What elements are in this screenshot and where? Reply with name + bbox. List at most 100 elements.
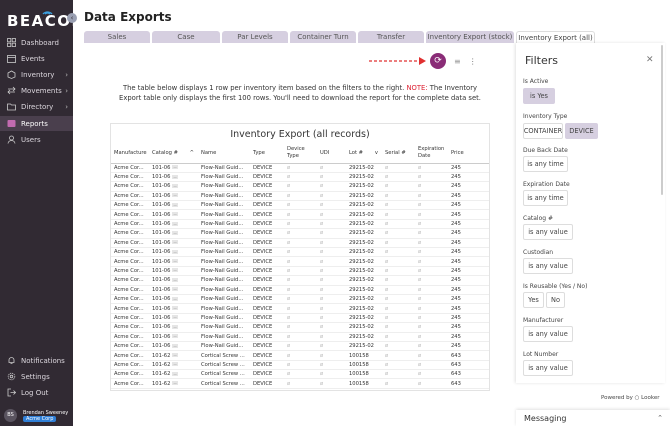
table-row[interactable]: Acme Cor... 101-06— Flow-Nail Guid... DEVIC… (111, 285, 489, 295)
tab-inventory-export-all[interactable]: Inventory Export (all) (516, 31, 595, 43)
reusable-yes-option[interactable]: Yes (523, 292, 544, 308)
messaging-bar[interactable]: Messaging ⌃ (516, 410, 670, 426)
table-row[interactable]: Acme Cor... 101-06— Flow-Nail Guid... DEVIC… (111, 294, 489, 305)
table-cell: Acme Cor... (111, 219, 149, 230)
user-profile[interactable]: BS Brendan Sweeney Acme Corp (0, 405, 73, 426)
sidebar-item-notifications[interactable]: Notifications (0, 353, 73, 368)
table-row[interactable]: Acme Cor... 101-06— Flow-Nail Guid... DEVIC… (111, 341, 489, 352)
table-cell: 245 (448, 181, 489, 192)
column-header[interactable]: Price (448, 144, 489, 164)
table-cell: 29215-02 (346, 219, 382, 230)
table-row[interactable]: Acme Cor... 101-06— Flow-Nail Guid... DEVIC… (111, 209, 489, 220)
table-row[interactable]: Acme Cor...101-62—Cortical Screw ...DEVI… (111, 378, 489, 389)
cell-value: 245 (451, 343, 461, 350)
cell-value: DEVICE (253, 390, 272, 391)
refresh-button[interactable]: ⟳ (430, 53, 446, 69)
table-cell: DEVICE (250, 228, 284, 239)
tab-case[interactable]: Case (152, 31, 220, 43)
table-row[interactable]: Acme Cor... 101-06— Flow-Nail Guid... DEVIC… (111, 200, 489, 211)
table-cell: Acme Cor... (111, 322, 149, 333)
sidebar-item-directory[interactable]: Directory › (0, 99, 73, 114)
table-row[interactable]: Acme Cor...101-62—Cortical Screw ...DEVI… (111, 350, 489, 361)
cell-value: Acme Cor... (114, 230, 144, 237)
sidebar-item-settings[interactable]: Settings (0, 369, 73, 384)
column-header[interactable]: Expiration Date (415, 144, 448, 164)
table-row[interactable]: Acme Cor... 101-06— Flow-Nail Guid... DEVIC… (111, 238, 489, 249)
cell-value: 245 (451, 202, 461, 209)
expiration-date-filter[interactable]: is any time (523, 190, 568, 206)
custodian-filter[interactable]: is any value (523, 258, 573, 274)
close-icon[interactable]: ✕ (646, 55, 654, 65)
table-row[interactable]: Acme Cor...101-62—Cortical Screw ...DEVI… (111, 369, 489, 380)
sidebar-item-events[interactable]: Events (0, 51, 73, 66)
collapse-sidebar-button[interactable]: ‹ (67, 13, 77, 23)
cell-value: 101-06 (152, 211, 171, 218)
tab-sales[interactable]: Sales (84, 31, 150, 43)
sidebar-item-dashboard[interactable]: Dashboard (0, 35, 73, 50)
table-row[interactable]: Acme Cor... 101-06— Flow-Nail Guid... DEVIC… (111, 275, 489, 286)
sidebar-item-reports[interactable]: Reports (0, 116, 73, 131)
tab-container-turn[interactable]: Container Turn (290, 31, 356, 43)
catalog-tag-badge: — (172, 334, 178, 339)
column-header[interactable]: UDI (317, 144, 346, 164)
sort-ascending-icon[interactable]: ^ (190, 150, 194, 157)
scrollbar[interactable] (661, 45, 663, 195)
table-row[interactable]: Acme Cor... 101-06— Flow-Nail Guid... DEVIC… (111, 247, 489, 258)
cell-value: 101-06 (152, 258, 171, 265)
cell-value: Flow-Nail Guid... (201, 343, 244, 350)
catalog-filter[interactable]: is any value (523, 224, 573, 240)
table-cell: 101-06— (149, 163, 198, 173)
table-cell: 29215-02 (346, 303, 382, 314)
table-row[interactable]: Acme Cor...101-62—Cortical Screw ...DEVI… (111, 388, 489, 391)
inventory-type-container-option[interactable]: CONTAINER (523, 123, 563, 139)
table-row[interactable]: Acme Cor... 101-06— Flow-Nail Guid... DEVIC… (111, 322, 489, 333)
sidebar-item-inventory[interactable]: Inventory › (0, 67, 73, 82)
table-cell: 29215-02 (346, 238, 382, 249)
chevron-up-icon[interactable]: ⌃ (657, 414, 663, 422)
due-back-date-filter[interactable]: is any time (523, 156, 568, 172)
table-row[interactable]: Acme Cor... 101-06— Flow-Nail Guid... DEVIC… (111, 219, 489, 230)
tab-transfer[interactable]: Transfer (358, 31, 424, 43)
cell-value: Acme Cor... (114, 221, 144, 228)
column-header[interactable]: Device Type (284, 144, 317, 164)
cell-value: Acme Cor... (114, 174, 144, 181)
tab-inventory-export-stock[interactable]: Inventory Export (stock) (426, 31, 514, 43)
sidebar-item-logout[interactable]: Log Out (0, 385, 73, 400)
column-header[interactable]: Type (250, 144, 284, 164)
column-header[interactable]: Name (198, 144, 250, 164)
column-header[interactable]: Lot # v (346, 144, 382, 164)
table-row[interactable]: Acme Cor... 101-06— Flow-Nail Guid... DEVIC… (111, 313, 489, 324)
table-row[interactable]: Acme Cor... 101-06— Flow-Nail Guid... DEVIC… (111, 191, 489, 202)
cell-value: 101-06 (152, 183, 171, 190)
table-row[interactable]: Acme Cor... 101-06— Flow-Nail Guid... DEVIC… (111, 303, 489, 314)
table-row[interactable]: Acme Cor... 101-06— Flow-Nail Guid... DEVIC… (111, 172, 489, 183)
table-row[interactable]: Acme Cor...101-62—Cortical Screw ...DEVI… (111, 360, 489, 371)
more-options-icon[interactable]: ⋮ (469, 57, 477, 66)
cell-value: Flow-Nail Guid... (201, 211, 244, 218)
tab-par-levels[interactable]: Par Levels (222, 31, 288, 43)
is-active-filter[interactable]: is Yes (523, 88, 555, 104)
sidebar-item-movements[interactable]: Movements › (0, 83, 73, 98)
column-header[interactable]: Catalog # ^ (149, 144, 198, 164)
inventory-type-device-option[interactable]: DEVICE (565, 123, 598, 139)
manufacturer-filter[interactable]: is any value (523, 326, 573, 342)
cell-value: Flow-Nail Guid... (201, 305, 244, 312)
column-header[interactable]: Manufacture (111, 144, 149, 164)
table-row[interactable]: Acme Cor... 101-06— Flow-Nail Guid... DEVIC… (111, 332, 489, 342)
filter-icon[interactable]: ≡ (454, 57, 461, 66)
sort-descending-icon[interactable]: v (375, 150, 378, 157)
empty-cell: ø (284, 200, 317, 211)
lot-number-filter[interactable]: is any value (523, 360, 573, 376)
table-row[interactable]: Acme Cor... 101-06— Flow-Nail Guid... DEVIC… (111, 163, 489, 173)
table-row[interactable]: Acme Cor... 101-06— Flow-Nail Guid... DEVIC… (111, 181, 489, 192)
sidebar-item-users[interactable]: Users (0, 132, 73, 147)
column-header[interactable]: Serial # (382, 144, 415, 164)
table-row[interactable]: Acme Cor... 101-06— Flow-Nail Guid... DEVIC… (111, 228, 489, 239)
sidebar-item-label: Settings (21, 372, 50, 381)
table-row[interactable]: Acme Cor... 101-06— Flow-Nail Guid... DEVIC… (111, 266, 489, 277)
table-cell: Flow-Nail Guid... (198, 200, 250, 211)
table-row[interactable]: Acme Cor... 101-06— Flow-Nail Guid... DEVIC… (111, 256, 489, 267)
reusable-no-option[interactable]: No (546, 292, 565, 308)
empty-cell: ø (382, 181, 415, 192)
folder-icon (7, 102, 16, 111)
